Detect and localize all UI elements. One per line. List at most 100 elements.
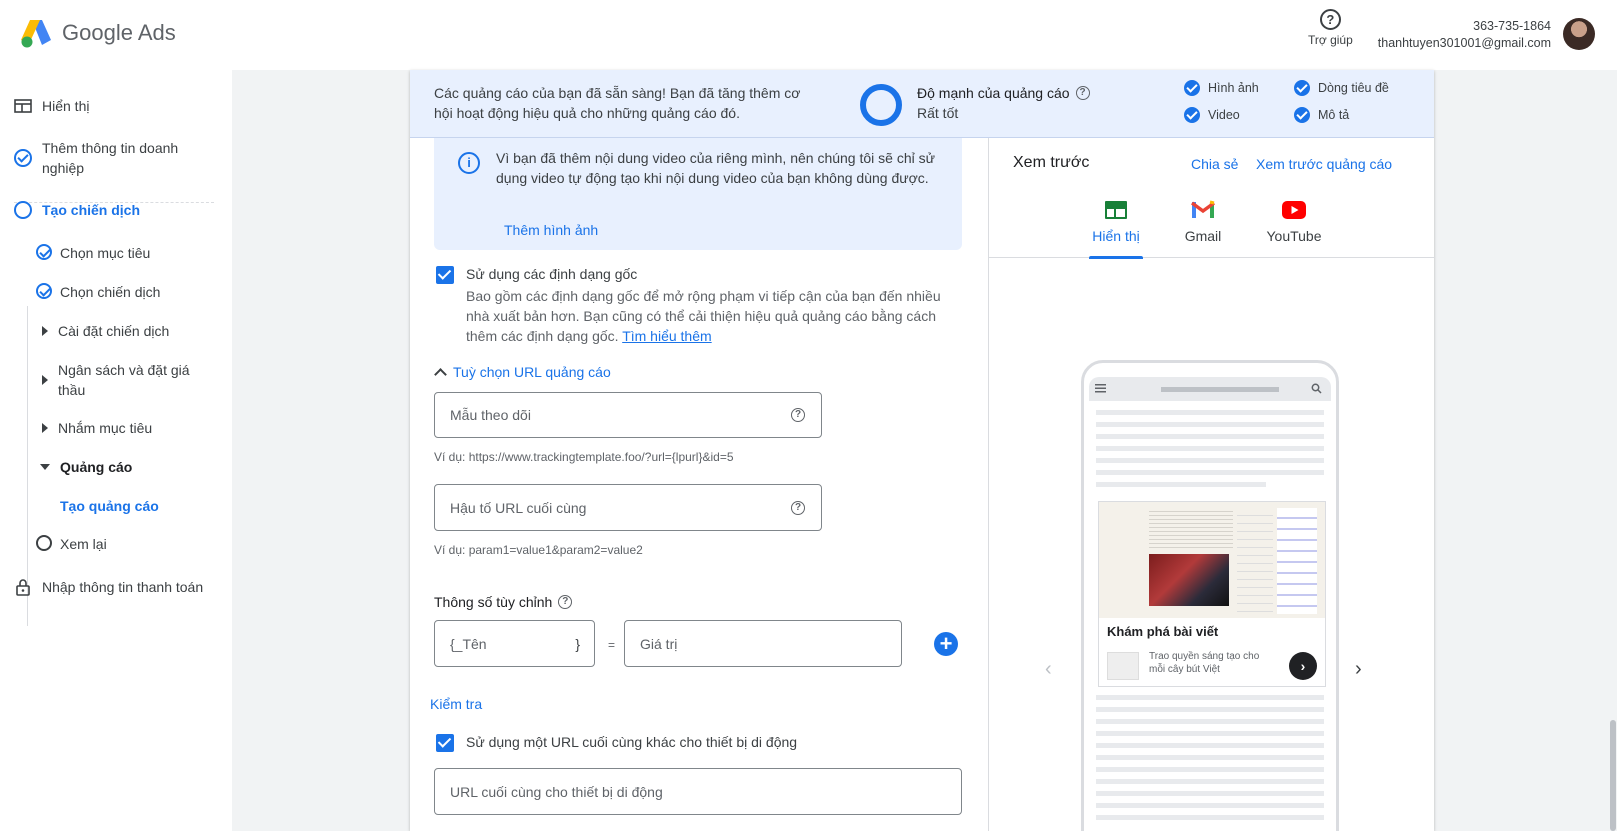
tab-display[interactable]: Hiển thị: [1089, 196, 1143, 244]
learn-more-link[interactable]: Tìm hiểu thêm: [622, 328, 711, 344]
sidebar-item-label: Chọn chiến dịch: [60, 284, 161, 300]
check-icon: [1294, 80, 1310, 96]
tracking-template-field[interactable]: Mẫu theo dõi ?: [434, 392, 822, 438]
custom-param-name-field[interactable]: {_Tên }: [434, 620, 595, 667]
custom-param-name-placeholder: {_Tên: [450, 635, 487, 652]
sidebar-item-choose-goal[interactable]: Chọn mục tiêu: [36, 243, 150, 263]
help-icon[interactable]: ?: [791, 500, 805, 515]
lock-icon: [16, 579, 30, 596]
asset-label: Dòng tiêu đề: [1318, 81, 1389, 95]
asset-check-headlines: Dòng tiêu đề: [1294, 80, 1389, 96]
article-photo: [1149, 554, 1229, 606]
article-sidebar-links: [1277, 508, 1317, 614]
help-icon: ?: [1319, 9, 1341, 30]
test-link[interactable]: Kiểm tra: [430, 696, 482, 712]
placeholder-line: [1096, 458, 1324, 463]
brace-close: }: [575, 635, 580, 652]
sidebar-item-create-ad[interactable]: Tạo quảng cáo: [60, 496, 159, 516]
ad-strength-label: Độ mạnh của quảng cáo: [917, 85, 1070, 101]
tab-label: Hiển thị: [1092, 228, 1140, 244]
url-options-label: Tuỳ chọn URL quảng cáo: [453, 364, 611, 380]
sidebar-item-billing[interactable]: Nhập thông tin thanh toán: [14, 577, 203, 597]
info-text: Vì bạn đã thêm nội dung video của riêng …: [496, 150, 935, 186]
avatar[interactable]: [1563, 18, 1595, 50]
phone-mockup: Khám phá bài viết Trao quyền sáng tạo ch…: [1081, 360, 1339, 831]
sidebar-item-display[interactable]: Hiển thị: [14, 96, 89, 116]
ad-strength-ring: [860, 84, 902, 126]
menu-icon: [1095, 384, 1106, 393]
native-formats-checkbox[interactable]: [436, 266, 454, 284]
display-icon: [1105, 201, 1127, 219]
placeholder-line: [1096, 434, 1324, 439]
empty-circle-icon: [14, 201, 32, 219]
help-icon[interactable]: ?: [791, 408, 805, 422]
empty-circle-icon: [36, 535, 52, 551]
app-name: Google Ads: [62, 20, 176, 45]
url-bar: [1161, 387, 1279, 392]
asset-check-video: Video: [1184, 107, 1240, 123]
sidebar-item-label: Hiển thị: [42, 98, 90, 114]
final-url-suffix-placeholder: Hậu tố URL cuối cùng: [450, 499, 587, 516]
account-info[interactable]: 363-735-1864 thanhtuyen301001@gmail.com: [1378, 18, 1551, 52]
custom-param-value-field[interactable]: Giá trị: [624, 620, 902, 667]
ad-ready-banner: Các quảng cáo của bạn đã sẵn sàng! Bạn đ…: [410, 70, 1434, 138]
ad-url-options-toggle[interactable]: Tuỳ chọn URL quảng cáo: [432, 364, 611, 381]
sidebar-item-campaign-settings[interactable]: Cài đặt chiến dịch: [36, 321, 169, 341]
add-param-button[interactable]: +: [934, 632, 958, 656]
sidebar-item-label: Tạo chiến dịch: [42, 202, 141, 218]
add-images-link[interactable]: Thêm hình ảnh: [504, 222, 598, 238]
sidebar-item-business-info[interactable]: Thêm thông tin doanh nghiệp: [14, 138, 214, 178]
help-icon[interactable]: ?: [1075, 86, 1090, 100]
ad-editor-panel: Các quảng cáo của bạn đã sẵn sàng! Bạn đ…: [410, 70, 1435, 831]
help-button[interactable]: ? Trợ giúp: [1308, 9, 1353, 47]
top-bar: Google Ads ? Trợ giúp 363-735-1864 thanh…: [0, 0, 1617, 70]
chevron-right-icon[interactable]: ›: [1355, 658, 1362, 681]
sidebar-item-ads[interactable]: Quảng cáo: [36, 457, 132, 477]
preview-title: Xem trước: [1013, 154, 1090, 171]
ad-preview-card[interactable]: Khám phá bài viết Trao quyền sáng tạo ch…: [1098, 501, 1326, 687]
tab-gmail[interactable]: Gmail: [1181, 196, 1225, 244]
placeholder-line: [1096, 815, 1324, 820]
sidebar-item-budget-bidding[interactable]: Ngân sách và đặt giá thầu: [36, 360, 216, 400]
article-text-lines: [1149, 508, 1233, 550]
placeholder-line: [1096, 767, 1324, 772]
preview-ad-link[interactable]: Xem trước quảng cáo: [1256, 156, 1392, 172]
sidebar-item-review[interactable]: Xem lại: [36, 534, 107, 554]
share-link[interactable]: Chia sẻ: [1191, 156, 1238, 172]
page-scrollbar[interactable]: [1610, 720, 1616, 831]
asset-check-images: Hình ảnh: [1184, 80, 1259, 96]
sidebar-item-create-campaign[interactable]: Tạo chiến dịch: [14, 200, 140, 220]
ad-strength-title: Độ mạnh của quảng cáo ?: [917, 85, 1090, 101]
tab-youtube[interactable]: YouTube: [1263, 196, 1325, 244]
sidebar-item-targeting[interactable]: Nhắm mục tiêu: [36, 418, 152, 438]
check-icon: [1184, 80, 1200, 96]
placeholder-line: [1096, 779, 1324, 784]
placeholder-line: [1096, 803, 1324, 808]
help-label: Trợ giúp: [1308, 33, 1353, 47]
ad-headline: Khám phá bài viết: [1107, 624, 1219, 639]
sidebar-item-label: Cài đặt chiến dịch: [58, 323, 170, 339]
asset-label: Mô tả: [1318, 108, 1350, 122]
gmail-icon: [1190, 200, 1216, 218]
arrow-right-icon[interactable]: ›: [1289, 652, 1317, 680]
final-url-suffix-hint: Ví dụ: param1=value1&param2=value2: [434, 543, 643, 557]
ad-image: [1099, 502, 1325, 618]
account-email: thanhtuyen301001@gmail.com: [1377, 36, 1551, 50]
ad-description: Trao quyền sáng tạo cho mỗi cây bút Việt: [1149, 651, 1260, 675]
help-icon[interactable]: ?: [558, 595, 573, 609]
final-url-suffix-field[interactable]: Hậu tố URL cuối cùng ?: [434, 484, 822, 531]
preview-panel: Xem trước Chia sẻ Xem trước quảng cáo Hi…: [988, 138, 1435, 831]
mobile-final-url-field[interactable]: URL cuối cùng cho thiết bị di động: [434, 768, 962, 815]
youtube-icon: [1282, 201, 1306, 219]
placeholder-line: [1096, 446, 1324, 451]
tab-label: Gmail: [1184, 228, 1222, 244]
custom-params-title: Thông số tùy chỉnh ?: [434, 594, 573, 610]
sidebar-item-label: Ngân sách và đặt giá thầu: [58, 362, 190, 398]
mobile-url-checkbox[interactable]: [436, 734, 454, 752]
sidebar-item-label: Nhắm mục tiêu: [58, 420, 153, 436]
placeholder-line: [1096, 719, 1324, 724]
equals-sign: =: [608, 638, 616, 652]
google-ads-logo[interactable]: Google Ads: [20, 18, 176, 48]
chevron-left-icon[interactable]: ‹: [1045, 658, 1052, 681]
sidebar-item-choose-campaign[interactable]: Chọn chiến dịch: [36, 282, 160, 302]
